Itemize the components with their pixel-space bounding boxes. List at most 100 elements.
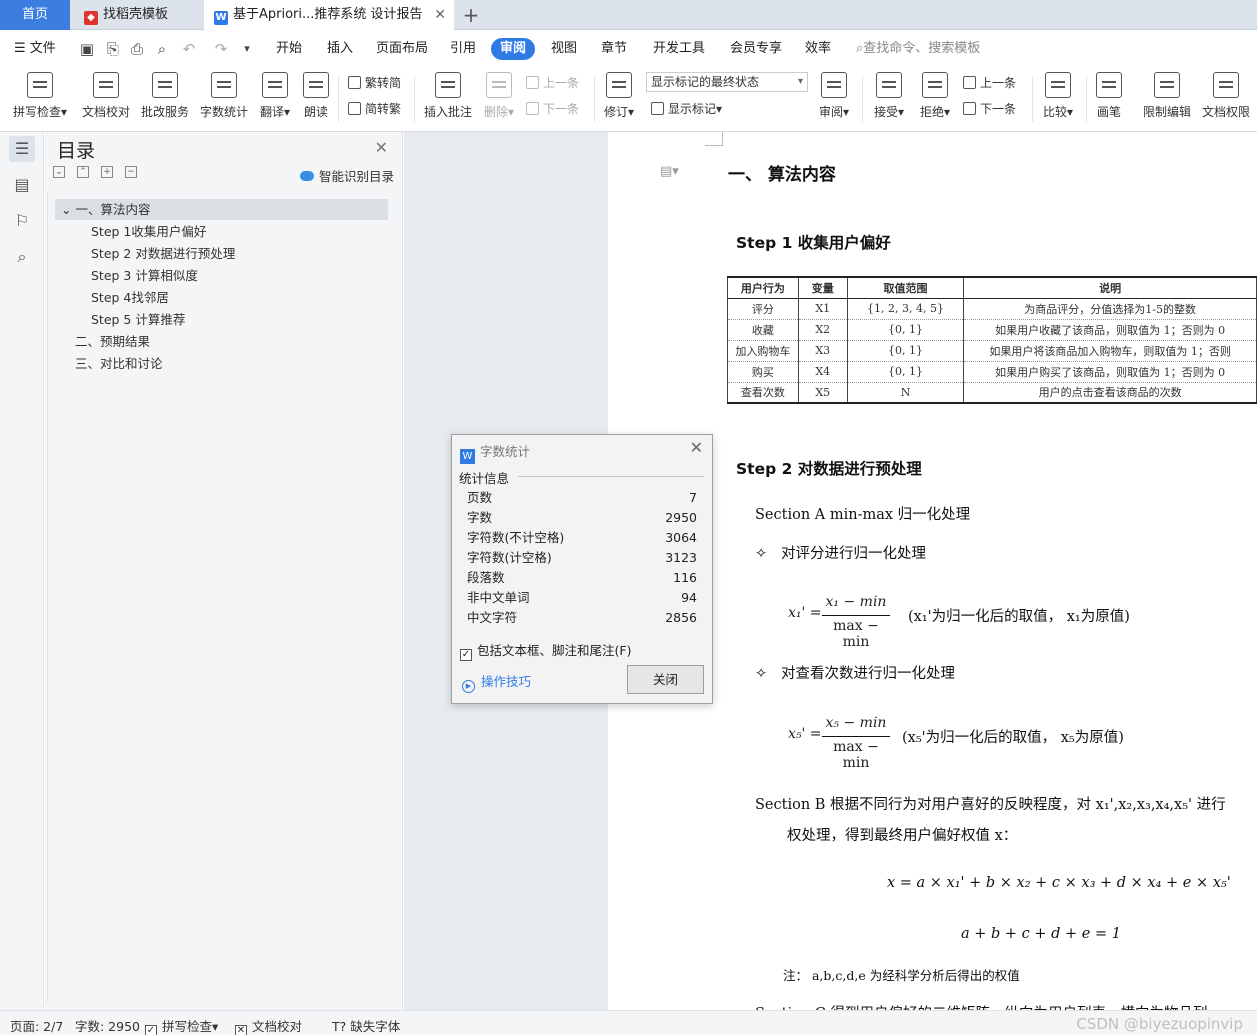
reject-icon (922, 72, 948, 98)
word-count-dialog: W 字数统计 ✕ 统计信息 页数 7 字数 2950 字符数(不计空格) 3064 字符… (451, 434, 713, 704)
menu-member[interactable]: 会员专享 (730, 38, 782, 60)
print-icon[interactable]: ⎙ (128, 40, 146, 58)
print-preview-icon[interactable]: ⌕ (153, 40, 171, 58)
read-aloud-button[interactable]: 朗读 (301, 72, 331, 128)
proofread-icon (93, 72, 119, 98)
toc-item[interactable]: Step 4找邻居 (55, 287, 388, 308)
bookmark-icon[interactable]: ⚐ (9, 208, 35, 234)
paragraph-menu-icon[interactable]: ▤▾ (660, 164, 679, 179)
close-icon[interactable]: ✕ (690, 438, 703, 457)
toolbar-divider (1032, 76, 1033, 122)
toc-item[interactable]: 二、预期结果 (55, 331, 388, 352)
delete-comment-label: 删除 (483, 105, 508, 119)
toc-item[interactable]: Step 1收集用户偏好 (55, 221, 388, 242)
stat-value: 94 (681, 590, 697, 605)
play-icon: ▶ (462, 680, 475, 693)
doc-permission-button[interactable]: 文档权限 (1200, 72, 1252, 128)
remove-heading-icon[interactable]: − (125, 166, 137, 178)
tab-document[interactable]: W 基于Apriori...推荐系统 设计报告 ✕ (204, 0, 454, 30)
simp-to-trad-button[interactable]: 简转繁 (348, 100, 401, 118)
track-changes-button[interactable]: 修订▾ (602, 72, 636, 128)
menu-layout[interactable]: 页面布局 (376, 38, 428, 60)
table-row: 购买 X4 {0, 1} 如果用户购买了该商品，则取值为 1；否则为 0 (727, 360, 1257, 383)
word-count-indicator[interactable]: 字数: 2950 (75, 1016, 140, 1035)
spell-check-button[interactable]: 拼写检查▾ (10, 72, 70, 128)
include-textbox-checkbox[interactable]: ✓ 包括文本框、脚注和尾注(F) (460, 640, 631, 661)
delete-comment-icon (486, 72, 512, 98)
insert-comment-label: 插入批注 (423, 105, 472, 119)
toc-item[interactable]: 三、对比和讨论 (55, 353, 388, 374)
collapse-all-icon[interactable]: ⌄ (53, 166, 65, 178)
undo-icon[interactable]: ↶ (180, 40, 198, 58)
tips-link[interactable]: ▶ 操作技巧 (462, 671, 531, 693)
tab-home[interactable]: 首页 (0, 0, 70, 30)
missing-font[interactable]: T? 缺失字体 (332, 1016, 400, 1035)
table-row: 加入购物车 X3 {0, 1} 如果用户将该商品加入购物车，则取值为 1；否则 (727, 339, 1257, 362)
toc-panel: 目录 ✕ ⌄ ⌃ + − 智能识别目录 ⌄ 一、算法内容 Step 1收集用户偏… (45, 132, 403, 1010)
insert-comment-button[interactable]: 插入批注 (422, 72, 474, 128)
smart-toc-label: 智能识别目录 (318, 169, 394, 184)
toc-item[interactable]: ⌄ 一、算法内容 (55, 199, 388, 220)
correct-service-button[interactable]: 批改服务 (139, 72, 191, 128)
markup-state-select[interactable]: 显示标记的最终状态 (646, 72, 808, 92)
table-header: 说明 (963, 276, 1257, 299)
new-tab-button[interactable]: + (458, 0, 484, 30)
menu-start[interactable]: 开始 (276, 38, 302, 60)
toc-item[interactable]: Step 5 计算推荐 (55, 309, 388, 330)
toc-item[interactable]: Step 2 对数据进行预处理 (55, 243, 388, 264)
redo-icon[interactable]: ↷ (212, 40, 230, 58)
toc-panel-icon[interactable]: ☰ (9, 136, 35, 162)
review-pane-button[interactable]: 审阅▾ (816, 72, 852, 128)
toc-item[interactable]: Step 3 计算相似度 (55, 265, 388, 286)
spell-check-label: 拼写检查 (12, 105, 61, 119)
trad-to-simp-button[interactable]: 繁转简 (348, 74, 401, 92)
menu-devtools[interactable]: 开发工具 (653, 38, 705, 60)
menu-efficiency[interactable]: 效率 (805, 38, 831, 60)
page-indicator[interactable]: 页面: 2/7 (10, 1016, 63, 1035)
chapter-nav-icon[interactable]: ▤ (9, 172, 35, 198)
compare-button[interactable]: 比较▾ (1040, 72, 1076, 128)
restrict-edit-button[interactable]: 限制编辑 (1141, 72, 1193, 128)
menu-review[interactable]: 审阅 (491, 38, 536, 60)
proofread-button[interactable]: 文档校对 (80, 72, 132, 128)
menu-reference[interactable]: 引用 (450, 38, 476, 60)
pen-button[interactable]: 画笔 (1094, 72, 1124, 128)
read-aloud-label: 朗读 (303, 105, 328, 119)
formula2-fraction-bar (822, 736, 890, 737)
stat-value: 116 (673, 570, 697, 585)
add-heading-icon[interactable]: + (101, 166, 113, 178)
checkbox-checked-icon: ✓ (460, 649, 472, 661)
smart-toc-button[interactable]: 智能识别目录 (299, 166, 394, 185)
status-proofread[interactable]: ✕ 文档校对 (235, 1016, 302, 1035)
next-comment-button[interactable]: 下一条 (526, 100, 579, 118)
close-tab-icon[interactable]: ✕ (434, 0, 446, 30)
stat-label: 字符数(计空格) (467, 550, 552, 565)
translate-button[interactable]: 翻译▾ (257, 72, 293, 128)
prev-change-button[interactable]: 上一条 (963, 74, 1016, 92)
review-pane-label: 审阅 (818, 105, 843, 119)
menu-chapter[interactable]: 章节 (601, 38, 627, 60)
accept-button[interactable]: 接受▾ (871, 72, 907, 128)
word-count-button[interactable]: 字数统计 (198, 72, 250, 128)
menu-insert[interactable]: 插入 (327, 38, 353, 60)
show-markup-button[interactable]: 显示标记▾ (651, 100, 722, 118)
find-icon[interactable]: ⌕ (9, 244, 35, 270)
menu-view[interactable]: 视图 (551, 38, 577, 60)
delete-comment-button[interactable]: 删除▾ (482, 72, 516, 128)
status-spell-check[interactable]: ✓ 拼写检查▾ (145, 1016, 218, 1035)
command-search[interactable]: ⌕查找命令、搜索模板 (856, 38, 980, 60)
save-icon[interactable]: ▣ (78, 40, 96, 58)
export-icon[interactable]: ⎘ (104, 40, 122, 58)
table-cell: {0, 1} (846, 360, 965, 383)
expand-up-icon[interactable]: ⌃ (77, 166, 89, 178)
command-search-placeholder: 查找命令、搜索模板 (863, 41, 981, 56)
close-button[interactable]: 关闭 (627, 665, 704, 694)
next-change-button[interactable]: 下一条 (963, 100, 1016, 118)
heading-1: 一、 算法内容 (728, 165, 836, 185)
reject-button[interactable]: 拒绝▾ (917, 72, 953, 128)
file-menu[interactable]: ☰ 文件 (14, 38, 56, 60)
tab-templates[interactable]: ◆ 找稻壳模板 (74, 0, 200, 30)
prev-comment-button[interactable]: 上一条 (526, 74, 579, 92)
close-icon[interactable]: ✕ (375, 138, 388, 157)
customize-icon[interactable]: ▾ (238, 40, 256, 58)
